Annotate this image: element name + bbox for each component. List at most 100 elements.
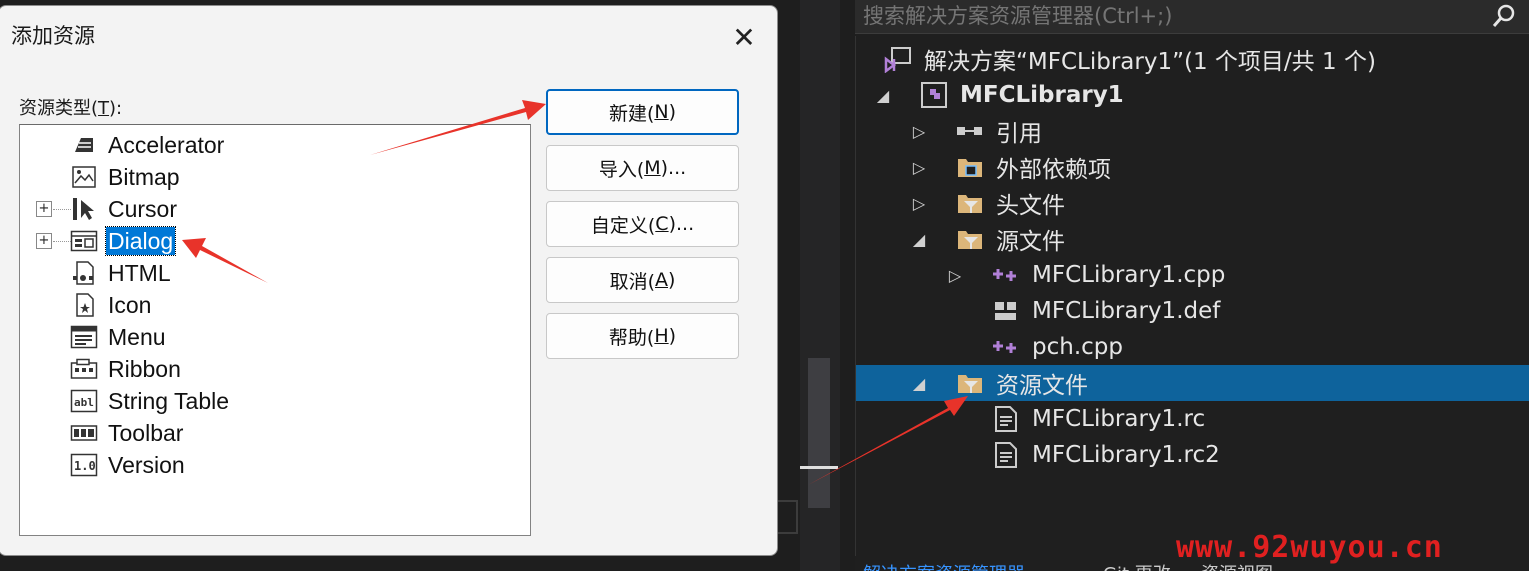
- tree-item-bitmap[interactable]: Bitmap: [20, 161, 530, 193]
- bitmap-icon: [70, 163, 98, 191]
- tree-row-references[interactable]: ▷ 引用: [856, 113, 1529, 149]
- add-resource-dialog: 添加资源 ✕ 资源类型(T): Accelerator Bitmap + Cur…: [0, 5, 778, 556]
- tree-item-string-table[interactable]: abl String Table: [20, 385, 530, 417]
- tree-row-solution[interactable]: 解决方案“MFCLibrary1”(1 个项目/共 1 个): [856, 41, 1529, 77]
- tree-item-accelerator[interactable]: Accelerator: [20, 129, 530, 161]
- search-bar: [855, 0, 1529, 34]
- tree-item-html[interactable]: HTML: [20, 257, 530, 289]
- tree-row-pch-file[interactable]: pch.cpp: [856, 329, 1529, 365]
- expand-arrow-icon[interactable]: ▷: [910, 194, 928, 213]
- import-button[interactable]: 导入(M)...: [546, 145, 739, 191]
- tree-item-label: Dialog: [104, 226, 177, 256]
- ribbon-icon: [70, 355, 98, 383]
- tree-row-label: MFCLibrary1: [960, 82, 1124, 108]
- close-button[interactable]: ✕: [721, 14, 767, 60]
- def-file-icon: [992, 297, 1020, 325]
- tree-item-label: Menu: [108, 324, 166, 350]
- tree-item-label: HTML: [108, 260, 171, 286]
- tree-item-dialog[interactable]: + Dialog: [20, 225, 530, 257]
- cancel-button[interactable]: 取消(A): [546, 257, 739, 303]
- collapse-arrow-icon[interactable]: ◢: [874, 86, 892, 105]
- tree-item-label: Bitmap: [108, 164, 180, 190]
- tree-row-project[interactable]: ◢ MFCLibrary1: [856, 77, 1529, 113]
- tree-row-label: pch.cpp: [1032, 334, 1123, 360]
- new-button[interactable]: 新建(N): [546, 89, 739, 135]
- cpp-file-icon: [992, 333, 1020, 361]
- tree-connector: [53, 241, 71, 242]
- tree-row-label: 头文件: [996, 193, 1065, 219]
- tree-item-cursor[interactable]: + Cursor: [20, 193, 530, 225]
- resource-type-label: 资源类型(T):: [19, 98, 123, 119]
- project-icon: [920, 81, 948, 109]
- expand-icon[interactable]: +: [36, 233, 52, 249]
- search-icon[interactable]: [1489, 2, 1519, 32]
- expand-arrow-icon[interactable]: ▷: [910, 158, 928, 177]
- source-folder-icon: [956, 225, 984, 253]
- help-button[interactable]: 帮助(H): [546, 313, 739, 359]
- references-icon: [956, 117, 984, 145]
- icon-icon: [70, 291, 98, 319]
- tree-item-label: Ribbon: [108, 356, 181, 382]
- resource-folder-icon: [956, 369, 984, 397]
- rc-file-icon: [992, 441, 1020, 469]
- tab-git-changes[interactable]: Git 更改: [1103, 560, 1171, 571]
- dialog-icon: [70, 227, 98, 255]
- corner-box: [778, 500, 798, 534]
- tab-solution-explorer[interactable]: 解决方案资源管理器: [863, 560, 1025, 571]
- expand-arrow-icon[interactable]: ▷: [946, 266, 964, 285]
- scroll-marker: [800, 466, 838, 469]
- tree-item-toolbar[interactable]: Toolbar: [20, 417, 530, 449]
- header-folder-icon: [956, 189, 984, 217]
- tree-row-header-files[interactable]: ▷ 头文件: [856, 185, 1529, 221]
- dialog-title: 添加资源: [11, 24, 95, 48]
- tree-row-rc2-file[interactable]: MFCLibrary1.rc2: [856, 437, 1529, 473]
- tree-row-label: MFCLibrary1.cpp: [1032, 262, 1226, 288]
- string-table-icon: abl: [70, 387, 98, 415]
- html-icon: [70, 259, 98, 287]
- tree-row-label: 解决方案“MFCLibrary1”(1 个项目/共 1 个): [924, 49, 1376, 75]
- tree-item-icon[interactable]: Icon: [20, 289, 530, 321]
- tree-row-def-file[interactable]: MFCLibrary1.def: [856, 293, 1529, 329]
- watermark: www.92wuyou.cn: [1176, 530, 1443, 565]
- cpp-file-icon: [992, 261, 1020, 289]
- tree-row-source-files[interactable]: ◢ 源文件: [856, 221, 1529, 257]
- solution-tree[interactable]: 解决方案“MFCLibrary1”(1 个项目/共 1 个) ◢ MFCLibr…: [855, 36, 1529, 556]
- external-deps-icon: [956, 153, 984, 181]
- scrollbar-thumb[interactable]: [808, 358, 830, 508]
- close-icon: ✕: [732, 20, 756, 54]
- tree-item-ribbon[interactable]: Ribbon: [20, 353, 530, 385]
- version-icon: 1.0: [70, 451, 98, 479]
- solution-explorer: 解决方案“MFCLibrary1”(1 个项目/共 1 个) ◢ MFCLibr…: [855, 0, 1529, 571]
- search-input[interactable]: [863, 2, 1483, 30]
- tree-item-label: Icon: [108, 292, 152, 318]
- expand-arrow-icon[interactable]: ▷: [910, 122, 928, 141]
- resource-type-tree[interactable]: Accelerator Bitmap + Cursor + Dialog HTM…: [19, 124, 531, 536]
- tree-row-label: MFCLibrary1.def: [1032, 298, 1221, 324]
- tree-row-resource-files[interactable]: ◢ 资源文件: [856, 365, 1529, 401]
- tree-item-label: String Table: [108, 388, 230, 414]
- tree-row-cpp-file[interactable]: ▷ MFCLibrary1.cpp: [856, 257, 1529, 293]
- tree-item-label: Version: [108, 452, 185, 478]
- solution-icon: [884, 45, 912, 73]
- svg-text:abl: abl: [74, 396, 94, 409]
- tree-row-label: MFCLibrary1.rc: [1032, 406, 1206, 432]
- collapse-arrow-icon[interactable]: ◢: [910, 230, 928, 249]
- tree-row-rc-file[interactable]: MFCLibrary1.rc: [856, 401, 1529, 437]
- tree-row-label: MFCLibrary1.rc2: [1032, 442, 1220, 468]
- tree-row-external-deps[interactable]: ▷ 外部依赖项: [856, 149, 1529, 185]
- tree-item-label: Cursor: [108, 196, 178, 222]
- tree-item-version[interactable]: 1.0 Version: [20, 449, 530, 481]
- tree-row-label: 引用: [996, 121, 1042, 147]
- tree-row-label: 资源文件: [996, 373, 1088, 399]
- collapse-arrow-icon[interactable]: ◢: [910, 374, 928, 393]
- svg-text:1.0: 1.0: [74, 459, 96, 473]
- tree-row-label: 外部依赖项: [996, 157, 1111, 183]
- toolbar-icon: [70, 419, 98, 447]
- rc-file-icon: [992, 405, 1020, 433]
- tree-item-label: Accelerator: [108, 132, 225, 158]
- expand-icon[interactable]: +: [36, 201, 52, 217]
- tree-item-label: Toolbar: [108, 420, 184, 446]
- tree-row-label: 源文件: [996, 229, 1065, 255]
- tree-item-menu[interactable]: Menu: [20, 321, 530, 353]
- custom-button[interactable]: 自定义(C)...: [546, 201, 739, 247]
